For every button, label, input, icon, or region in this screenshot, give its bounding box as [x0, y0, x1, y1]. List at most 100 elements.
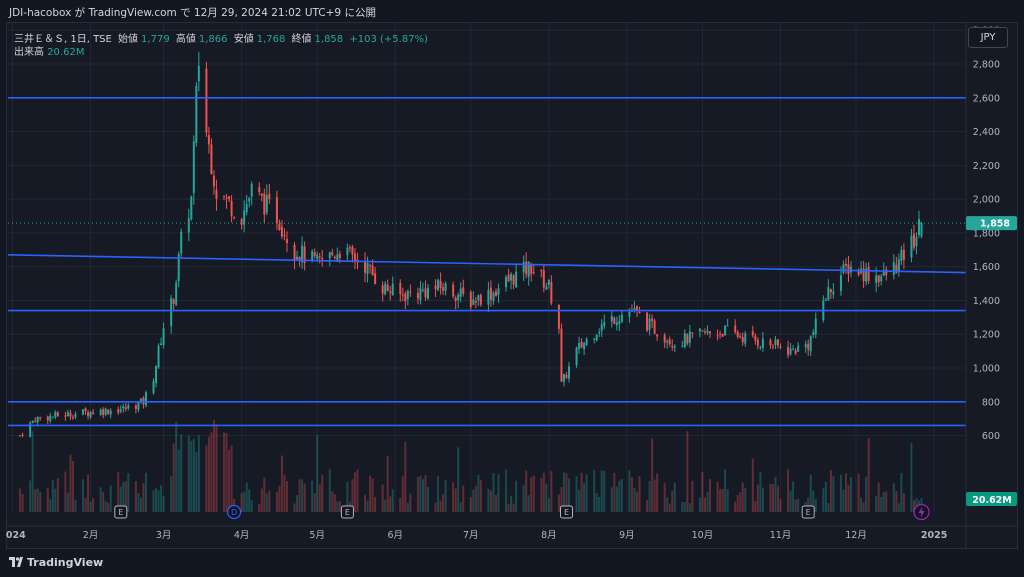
volume-bar — [109, 485, 112, 512]
candle-body — [867, 267, 870, 281]
candle-body — [827, 287, 830, 301]
volume-bar — [902, 493, 905, 512]
candle-body — [530, 264, 533, 275]
volume-bar — [228, 449, 231, 512]
candle-body — [807, 343, 810, 350]
volume-bar — [454, 488, 457, 512]
candle-body — [66, 412, 69, 417]
volume-bar — [205, 445, 208, 512]
candle-body — [34, 421, 37, 423]
tradingview-logo[interactable]: TradingView — [9, 556, 103, 569]
candle-body — [155, 365, 158, 383]
candle-body — [240, 219, 243, 225]
candle-body — [233, 217, 236, 219]
y-tick-label: 2,600 — [973, 93, 1000, 104]
volume-bar — [822, 488, 825, 512]
candle-body — [646, 312, 649, 331]
volume-bar — [701, 472, 704, 512]
candle-body — [117, 409, 120, 413]
volume-bar — [515, 480, 518, 512]
volume-bar — [66, 492, 69, 512]
candle-body — [920, 223, 923, 237]
candle-body — [243, 210, 246, 225]
x-tick-label: 5月 — [309, 530, 325, 541]
volume-bar — [512, 503, 515, 512]
candle-body — [613, 317, 616, 324]
candle-body — [776, 339, 779, 346]
volume-bar — [671, 491, 674, 512]
volume-bar — [527, 495, 530, 512]
candle-body — [21, 434, 24, 436]
candle-body — [419, 288, 422, 301]
volume-bar — [356, 469, 359, 512]
volume-bar — [827, 502, 830, 512]
volume-bar — [137, 492, 140, 512]
candle-body — [49, 415, 52, 421]
volume-bar — [550, 471, 553, 512]
volume-value: 20.62M — [47, 47, 85, 58]
candle-body — [389, 291, 392, 294]
volume-bar — [366, 500, 369, 512]
volume-bar — [409, 493, 412, 512]
brand-label: TradingView — [27, 556, 104, 569]
volume-bar — [736, 494, 739, 512]
change-value: +103 (+5.87%) — [349, 34, 428, 45]
candle-body — [84, 408, 87, 412]
candle-body — [336, 254, 339, 261]
high-label: 高値 — [175, 34, 196, 45]
candle-body — [409, 291, 412, 293]
candle-body — [391, 283, 394, 296]
volume-bar — [195, 452, 198, 512]
candle-body — [401, 294, 404, 296]
volume-bar — [69, 454, 72, 512]
volume-bar — [688, 503, 691, 512]
volume-bar — [522, 485, 525, 512]
candle-body — [794, 350, 797, 354]
volume-bar — [406, 503, 409, 512]
y-tick-label: 800 — [982, 397, 1000, 408]
candle-body — [598, 332, 601, 334]
volume-bar — [371, 478, 374, 512]
volume-bar — [653, 479, 656, 512]
candle-body — [779, 346, 782, 348]
candle-body — [787, 347, 790, 356]
candle-body — [832, 291, 835, 295]
candle-body — [885, 269, 888, 275]
candle-body — [510, 273, 513, 281]
candle-body — [39, 417, 42, 419]
volume-bar — [839, 474, 842, 512]
volume-bar — [155, 488, 158, 512]
volume-bar — [439, 500, 442, 512]
candle-body — [512, 275, 515, 285]
volume-bar — [328, 469, 331, 512]
volume-bar — [331, 491, 334, 512]
candle-body — [444, 283, 447, 291]
volume-bar — [615, 486, 618, 512]
candle-body — [681, 345, 684, 347]
volume-bar — [92, 498, 95, 512]
volume-bar — [29, 480, 32, 512]
candle-body — [515, 271, 518, 288]
volume-bar — [283, 474, 286, 512]
high-value: 1,866 — [198, 34, 228, 45]
volume-bar — [313, 493, 316, 512]
candle-body — [721, 333, 724, 337]
volume-bar — [104, 501, 107, 512]
volume-bar — [593, 469, 596, 512]
volume-bar — [381, 484, 384, 512]
volume-bar — [353, 472, 356, 512]
volume-bar — [56, 477, 59, 512]
candle-body — [595, 334, 598, 341]
publish-header: JDI-hacobox が TradingView.com で 12月 29, … — [0, 0, 1024, 22]
volume-bar — [301, 479, 304, 512]
volume-bar — [598, 496, 601, 512]
x-tick-label: 3月 — [156, 530, 172, 541]
currency-button[interactable]: JPY — [968, 27, 1008, 48]
x-tick-label: 2024 — [6, 530, 26, 541]
volume-bar — [656, 473, 659, 512]
volume-bar — [792, 481, 795, 512]
candlestick-chart[interactable]: 6008001,0001,2001,4001,6001,8002,0002,20… — [6, 22, 1018, 549]
candle-body — [683, 333, 686, 348]
candle-body — [293, 244, 296, 260]
volume-bar — [814, 498, 817, 512]
